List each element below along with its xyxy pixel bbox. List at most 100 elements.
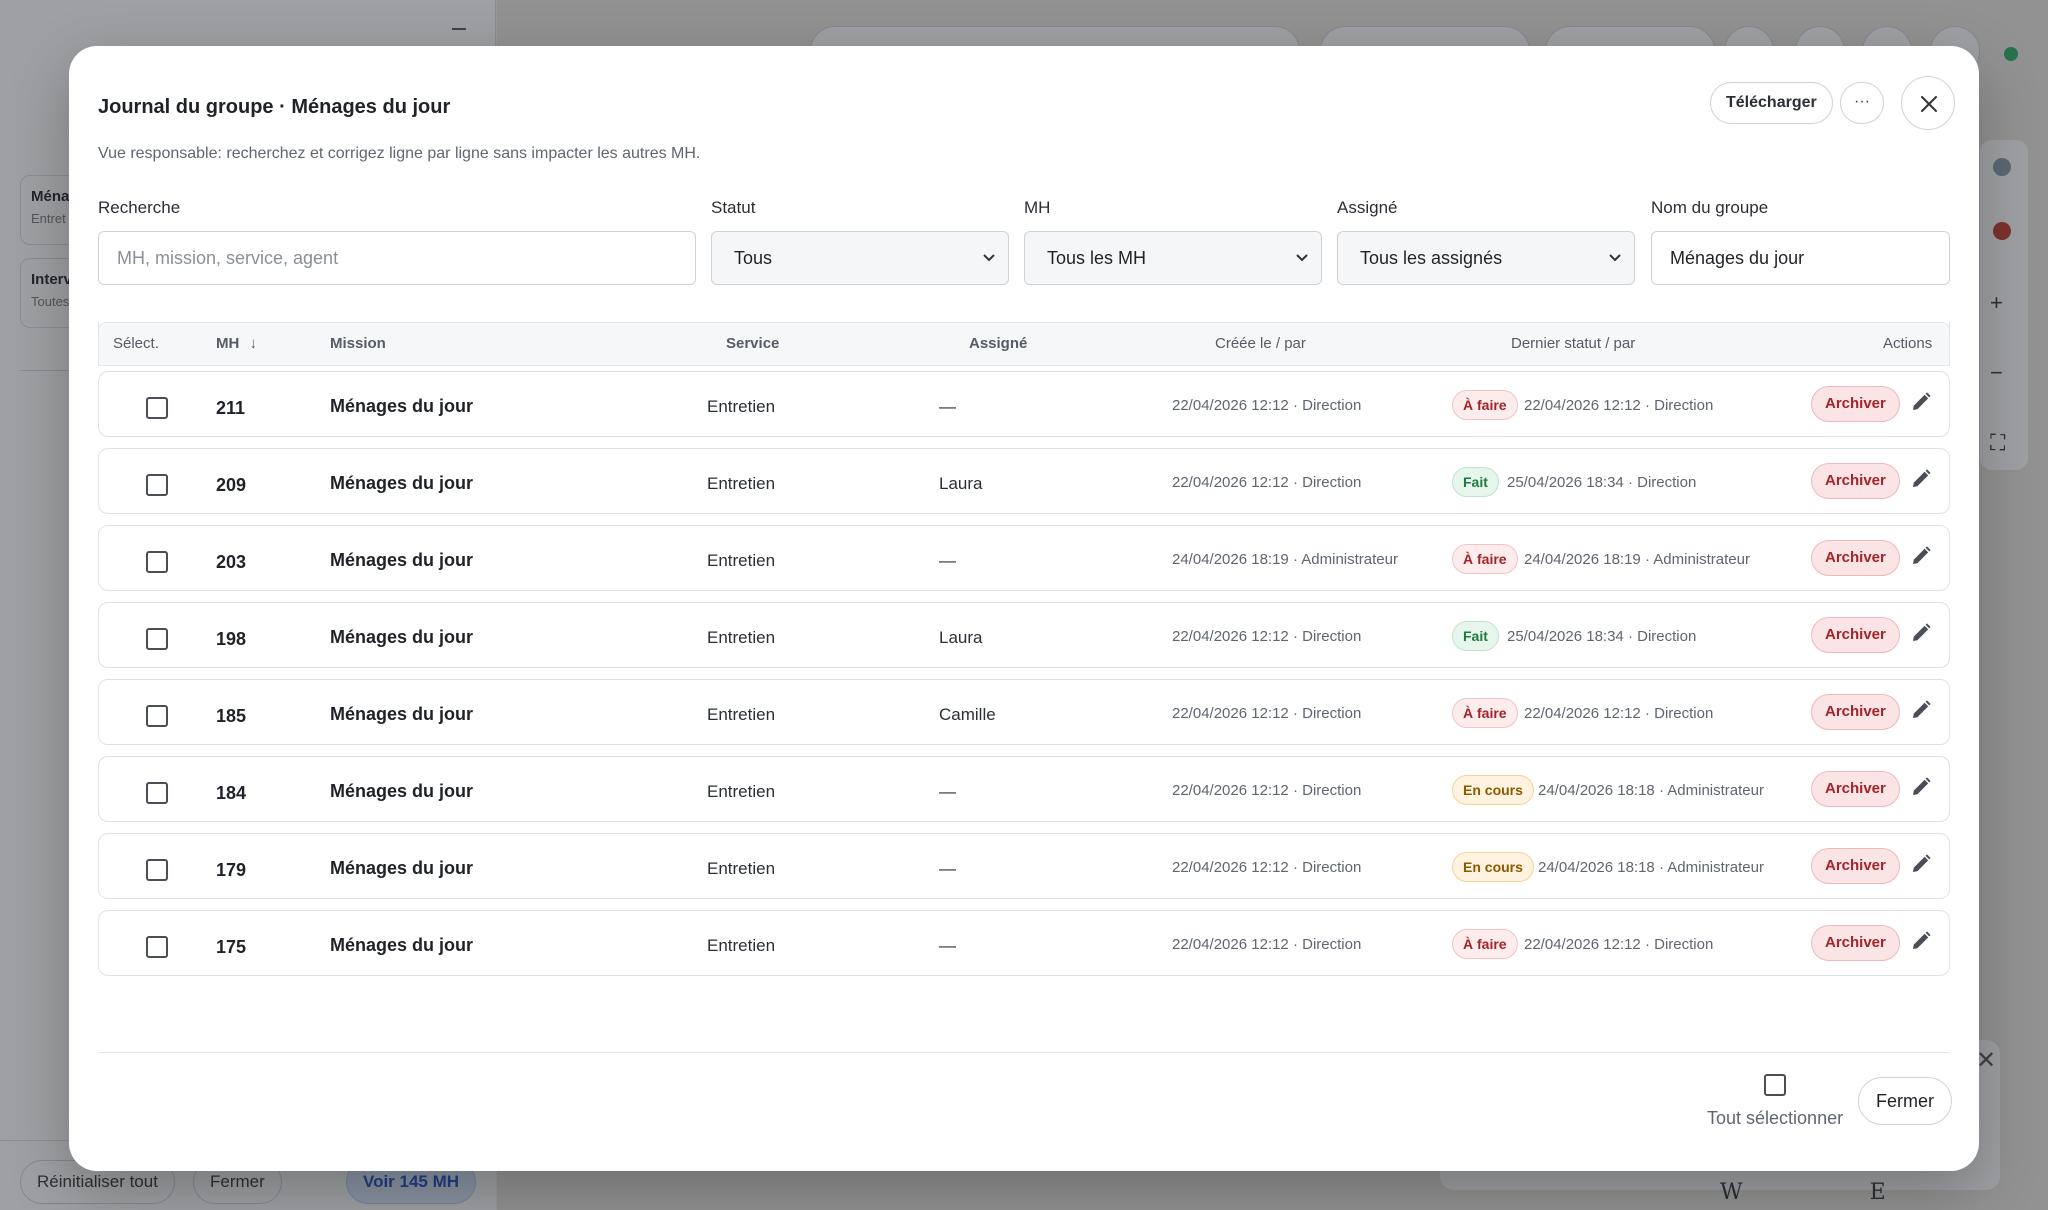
row-assignee: — xyxy=(939,936,956,955)
row-mh: 209 xyxy=(216,475,247,495)
row-last-status: 25/04/2026 18:34 · Direction xyxy=(1507,628,1697,645)
column-service: Service xyxy=(726,335,780,352)
pencil-icon[interactable] xyxy=(1909,929,1933,953)
chevron-down-icon xyxy=(1296,254,1308,262)
row-last-status: 24/04/2026 18:18 · Administrateur xyxy=(1538,782,1764,799)
row-mission: Ménages du jour xyxy=(330,550,474,570)
row-service: Entretien xyxy=(707,936,776,955)
row-last-status: 22/04/2026 12:12 · Direction xyxy=(1524,705,1714,722)
row-checkbox[interactable] xyxy=(146,782,168,804)
archive-button[interactable]: Archiver xyxy=(1811,771,1900,807)
table-row: 179 Ménages du jour Entretien — 22/04/2026 1… xyxy=(98,833,1950,899)
row-mission: Ménages du jour xyxy=(330,704,474,724)
row-assignee: — xyxy=(939,551,956,570)
row-mission: Ménages du jour xyxy=(330,858,474,878)
status-badge: Fait xyxy=(1452,621,1499,651)
archive-button[interactable]: Archiver xyxy=(1811,925,1900,961)
row-created: 22/04/2026 12:12 · Direction xyxy=(1172,628,1362,645)
chevron-down-icon xyxy=(983,254,995,262)
modal-subtitle: Vue responsable: recherchez et corrigez … xyxy=(98,145,701,162)
column-mh[interactable]: MH ↓ xyxy=(216,335,257,352)
row-mission: Ménages du jour xyxy=(330,473,474,493)
sort-down-icon: ↓ xyxy=(249,335,258,352)
download-button[interactable]: Télécharger xyxy=(1710,82,1833,124)
table-row: 203 Ménages du jour Entretien — 24/04/2026 1… xyxy=(98,525,1950,591)
row-created: 22/04/2026 12:12 · Direction xyxy=(1172,936,1362,953)
pencil-icon[interactable] xyxy=(1909,852,1933,876)
row-checkbox[interactable] xyxy=(146,474,168,496)
group-name-input[interactable]: Ménages du jour xyxy=(1651,231,1950,285)
archive-button[interactable]: Archiver xyxy=(1811,540,1900,576)
column-select: Sélect. xyxy=(113,335,159,352)
row-checkbox[interactable] xyxy=(146,936,168,958)
row-service: Entretien xyxy=(707,859,776,878)
pencil-icon[interactable] xyxy=(1909,698,1933,722)
row-checkbox[interactable] xyxy=(146,551,168,573)
archive-button[interactable]: Archiver xyxy=(1811,386,1900,422)
pencil-icon[interactable] xyxy=(1909,621,1933,645)
close-modal-button[interactable]: Fermer xyxy=(1858,1077,1952,1125)
column-mission: Mission xyxy=(330,335,386,352)
assignee-select[interactable]: Tous les assignés xyxy=(1337,231,1635,285)
row-mission: Ménages du jour xyxy=(330,396,474,416)
chevron-down-icon xyxy=(1609,254,1621,262)
row-assignee: Laura xyxy=(939,628,983,647)
row-checkbox[interactable] xyxy=(146,859,168,881)
row-service: Entretien xyxy=(707,397,776,416)
pencil-icon[interactable] xyxy=(1909,390,1933,414)
row-service: Entretien xyxy=(707,782,776,801)
select-all-checkbox[interactable] xyxy=(1764,1074,1786,1096)
column-created: Créée le / par xyxy=(1215,335,1306,352)
archive-button[interactable]: Archiver xyxy=(1811,617,1900,653)
archive-button[interactable]: Archiver xyxy=(1811,694,1900,730)
row-service: Entretien xyxy=(707,705,776,724)
pencil-icon[interactable] xyxy=(1909,775,1933,799)
row-assignee: — xyxy=(939,397,956,416)
row-created: 22/04/2026 12:12 · Direction xyxy=(1172,705,1362,722)
status-select[interactable]: Tous xyxy=(711,231,1009,285)
row-service: Entretien xyxy=(707,551,776,570)
mh-filter-label: MH xyxy=(1024,198,1051,217)
row-created: 24/04/2026 18:19 · Administrateur xyxy=(1172,551,1398,568)
row-mh: 198 xyxy=(216,629,247,649)
row-checkbox[interactable] xyxy=(146,628,168,650)
status-badge: À faire xyxy=(1452,929,1518,959)
modal-title: Journal du groupe · Ménages du jour xyxy=(98,96,451,118)
pencil-icon[interactable] xyxy=(1909,467,1933,491)
row-mh: 184 xyxy=(216,783,247,803)
row-checkbox[interactable] xyxy=(146,397,168,419)
status-badge: En cours xyxy=(1452,852,1534,882)
table-header: Sélect. MH ↓ Mission Service Assigné Cré… xyxy=(98,322,1950,366)
assignee-filter-label: Assigné xyxy=(1337,198,1398,217)
column-assignee: Assigné xyxy=(969,335,1028,352)
close-icon xyxy=(1921,96,1937,112)
assignee-select-value: Tous les assignés xyxy=(1360,248,1503,268)
status-badge: À faire xyxy=(1452,390,1518,420)
column-last-status: Dernier statut / par xyxy=(1511,335,1636,352)
table-row: 185 Ménages du jour Entretien Camille 22/04/… xyxy=(98,679,1950,745)
status-badge: À faire xyxy=(1452,698,1518,728)
row-mh: 185 xyxy=(216,706,247,726)
mh-select-value: Tous les MH xyxy=(1047,248,1147,268)
row-last-status: 22/04/2026 12:12 · Direction xyxy=(1524,936,1714,953)
close-button[interactable] xyxy=(1901,76,1955,130)
more-icon[interactable]: ··· xyxy=(1840,82,1884,124)
row-assignee: Camille xyxy=(939,705,996,724)
status-badge: En cours xyxy=(1452,775,1534,805)
table-row: 198 Ménages du jour Entretien Laura 22/04/20… xyxy=(98,602,1950,668)
select-all-label: Tout sélectionner xyxy=(1707,1108,1844,1128)
log-table: 212Ménages du jourEntretienLaura22/04/20… xyxy=(98,322,1950,1059)
row-checkbox[interactable] xyxy=(146,705,168,727)
row-last-status: 25/04/2026 18:34 · Direction xyxy=(1507,474,1697,491)
row-mission: Ménages du jour xyxy=(330,781,474,801)
mh-select[interactable]: Tous les MH xyxy=(1024,231,1322,285)
row-last-status: 24/04/2026 18:18 · Administrateur xyxy=(1538,859,1764,876)
search-input[interactable]: MH, mission, service, agent xyxy=(98,231,696,285)
row-mh: 179 xyxy=(216,860,247,880)
archive-button[interactable]: Archiver xyxy=(1811,848,1900,884)
archive-button[interactable]: Archiver xyxy=(1811,463,1900,499)
row-service: Entretien xyxy=(707,474,776,493)
row-created: 22/04/2026 12:12 · Direction xyxy=(1172,474,1362,491)
row-mission: Ménages du jour xyxy=(330,627,474,647)
pencil-icon[interactable] xyxy=(1909,544,1933,568)
